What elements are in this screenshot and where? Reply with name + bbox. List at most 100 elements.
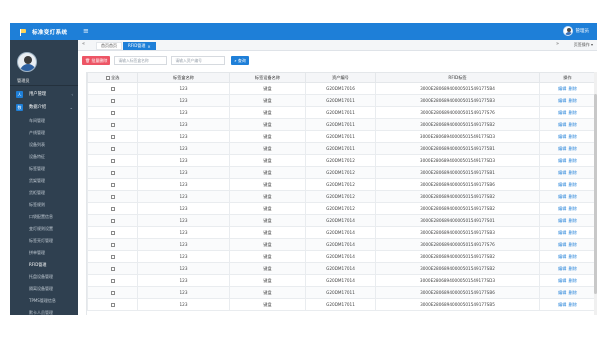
column-header-select-all[interactable]: 全选 xyxy=(87,72,138,83)
edit-link[interactable]: 编辑 xyxy=(558,86,566,91)
row-checkbox[interactable] xyxy=(110,171,115,175)
asset-number-input[interactable]: 请输入资产编号 xyxy=(171,56,226,65)
hamburger-icon[interactable]: ≡ xyxy=(83,27,89,36)
row-checkbox[interactable] xyxy=(110,111,115,115)
select-all-checkbox[interactable] xyxy=(105,75,110,80)
sidebar-item-light-rules[interactable]: 变灯规则设置 xyxy=(10,223,78,235)
delete-link[interactable]: 删除 xyxy=(569,278,577,283)
edit-link[interactable]: 编辑 xyxy=(558,134,566,139)
row-select-cell[interactable] xyxy=(87,130,138,143)
delete-link[interactable]: 删除 xyxy=(569,206,577,211)
delete-link[interactable]: 删除 xyxy=(569,134,577,139)
row-checkbox[interactable] xyxy=(110,207,115,211)
search-button[interactable]: ⌕ 查询 xyxy=(231,56,249,65)
delete-link[interactable]: 删除 xyxy=(569,302,577,307)
row-select-cell[interactable] xyxy=(87,202,138,215)
sidebar-item-tag-rules[interactable]: 标签规则 xyxy=(10,199,78,211)
edit-link[interactable]: 编辑 xyxy=(558,266,566,271)
edit-link[interactable]: 编辑 xyxy=(558,194,566,199)
edit-link[interactable]: 编辑 xyxy=(558,170,566,175)
row-checkbox[interactable] xyxy=(110,243,115,247)
edit-link[interactable]: 编辑 xyxy=(558,278,566,283)
row-select-cell[interactable] xyxy=(87,250,138,263)
edit-link[interactable]: 编辑 xyxy=(558,110,566,115)
row-select-cell[interactable] xyxy=(87,106,138,119)
row-checkbox[interactable] xyxy=(110,123,115,127)
row-select-cell[interactable] xyxy=(87,94,138,107)
user-menu[interactable]: 管理员 xyxy=(562,26,589,36)
row-select-cell[interactable] xyxy=(87,166,138,179)
row-checkbox[interactable] xyxy=(110,267,115,271)
row-select-cell[interactable] xyxy=(87,226,138,239)
delete-link[interactable]: 删除 xyxy=(569,290,577,295)
delete-link[interactable]: 删除 xyxy=(569,242,577,247)
sidebar-group-data[interactable]: 数 数据介绍 ⌄ xyxy=(10,101,78,113)
sidebar-group-users[interactable]: 人 用户管理 ‹ xyxy=(10,88,78,100)
delete-link[interactable]: 删除 xyxy=(569,182,577,187)
delete-link[interactable]: 删除 xyxy=(569,218,577,223)
sidebar-item-cabinets[interactable]: 货柜管理 xyxy=(10,187,78,199)
delete-link[interactable]: 删除 xyxy=(569,194,577,199)
edit-link[interactable]: 编辑 xyxy=(558,122,566,127)
sidebar-item-tag-light[interactable]: 标签亮灯管理 xyxy=(10,235,78,247)
row-checkbox[interactable] xyxy=(110,303,115,307)
row-select-cell[interactable] xyxy=(87,298,138,311)
delete-link[interactable]: 删除 xyxy=(569,98,577,103)
delete-link[interactable]: 删除 xyxy=(569,254,577,259)
chevron-right-icon[interactable]: » xyxy=(556,41,559,47)
sidebar-item-rfid[interactable]: RFID管理 xyxy=(10,259,78,271)
row-checkbox[interactable] xyxy=(110,279,115,283)
row-select-cell[interactable] xyxy=(87,286,138,299)
delete-link[interactable]: 删除 xyxy=(569,86,577,91)
row-checkbox[interactable] xyxy=(110,291,115,295)
delete-link[interactable]: 删除 xyxy=(569,230,577,235)
row-checkbox[interactable] xyxy=(110,147,115,151)
scrollbar[interactable] xyxy=(594,72,597,315)
delete-link[interactable]: 删除 xyxy=(569,170,577,175)
row-checkbox[interactable] xyxy=(110,195,115,199)
row-checkbox[interactable] xyxy=(110,219,115,223)
sidebar-item-isolation-devices[interactable]: 隔离设备管理 xyxy=(10,283,78,295)
scrollbar-thumb[interactable] xyxy=(594,94,597,294)
edit-link[interactable]: 编辑 xyxy=(558,230,566,235)
row-checkbox[interactable] xyxy=(110,231,115,235)
row-select-cell[interactable] xyxy=(87,214,138,227)
sidebar-item-card-personnel[interactable]: 默卡人员管理 xyxy=(10,307,78,319)
row-select-cell[interactable] xyxy=(87,190,138,203)
row-select-cell[interactable] xyxy=(87,274,138,287)
sidebar-item-device-features[interactable]: 设备特征 xyxy=(10,151,78,163)
row-select-cell[interactable] xyxy=(87,178,138,191)
edit-link[interactable]: 编辑 xyxy=(558,98,566,103)
sidebar-item-workshop[interactable]: 车间管理 xyxy=(10,115,78,127)
edit-link[interactable]: 编辑 xyxy=(558,206,566,211)
row-select-cell[interactable] xyxy=(87,238,138,251)
row-checkbox[interactable] xyxy=(110,183,115,187)
sidebar-item-shelves[interactable]: 货架管理 xyxy=(10,175,78,187)
edit-link[interactable]: 编辑 xyxy=(558,218,566,223)
delete-link[interactable]: 删除 xyxy=(569,122,577,127)
delete-link[interactable]: 删除 xyxy=(569,146,577,151)
row-checkbox[interactable] xyxy=(110,135,115,139)
row-checkbox[interactable] xyxy=(110,87,115,91)
batch-delete-button[interactable]: 🗑 批量删除 xyxy=(82,56,111,65)
sidebar-item-pocket-config[interactable]: 口袋配置信息 xyxy=(10,211,78,223)
sidebar-item-line[interactable]: 产线管理 xyxy=(10,127,78,139)
close-icon[interactable]: × xyxy=(147,44,150,49)
row-checkbox[interactable] xyxy=(110,99,115,103)
edit-link[interactable]: 编辑 xyxy=(558,302,566,307)
row-checkbox[interactable] xyxy=(110,255,115,259)
edit-link[interactable]: 编辑 xyxy=(558,182,566,187)
delete-link[interactable]: 删除 xyxy=(569,266,577,271)
box-name-input[interactable]: 请输入标签盒名称 xyxy=(114,56,168,65)
edit-link[interactable]: 编辑 xyxy=(558,158,566,163)
tab-home[interactable]: 首页首页 xyxy=(96,42,122,50)
row-select-cell[interactable] xyxy=(87,142,138,155)
row-checkbox[interactable] xyxy=(110,159,115,163)
edit-link[interactable]: 编辑 xyxy=(558,242,566,247)
sidebar-item-devices[interactable]: 设备列表 xyxy=(10,139,78,151)
sidebar-item-tags[interactable]: 标签管理 xyxy=(10,163,78,175)
delete-link[interactable]: 删除 xyxy=(569,158,577,163)
row-select-cell[interactable] xyxy=(87,118,138,131)
row-select-cell[interactable] xyxy=(87,262,138,275)
tab-rfid[interactable]: RFID管理 × xyxy=(123,42,156,50)
